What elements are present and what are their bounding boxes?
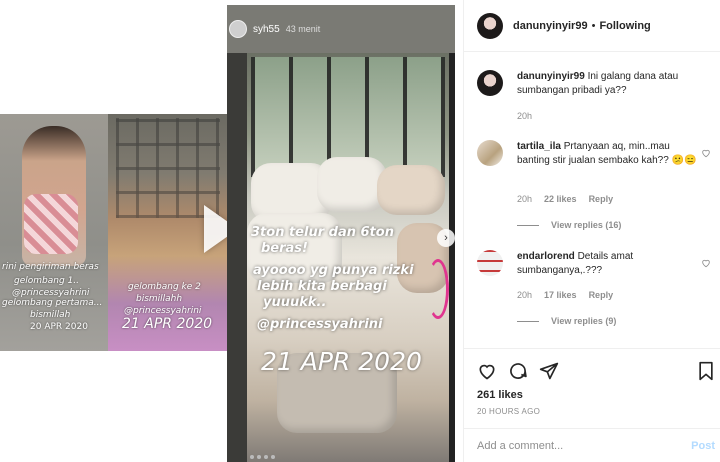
likes-count[interactable]: 261 likes: [477, 389, 523, 401]
story-caption: gelombang 1..: [14, 276, 79, 286]
comment-time: 20h: [517, 290, 533, 300]
list-item: danunyinyir99 Ini galang dana atau sumba…: [477, 70, 715, 130]
comment-meta: 20h: [517, 111, 532, 121]
divider: [517, 224, 539, 226]
story-date: 20 APR 2020: [30, 322, 88, 332]
post-sidebar: danunyinyir99 • Following danunyinyir99 …: [463, 0, 720, 462]
comment-meta: 20h 22 likes Reply: [517, 194, 613, 204]
list-item: tartila_ila Prtanyaan aq, min..mau banti…: [477, 140, 715, 240]
story-header: syh55 43 menit: [227, 5, 455, 53]
add-comment-bar: Post: [464, 428, 720, 462]
avatar: [229, 20, 247, 38]
share-icon[interactable]: [539, 361, 559, 381]
instagram-post-view: rini pengiriman beras gelombang 1.. @pri…: [0, 0, 720, 462]
story-date: 21 APR 2020: [261, 347, 422, 376]
list-item: endarlorend Details amat sumbanganya,.??…: [477, 250, 715, 340]
separator-dot: •: [591, 19, 596, 32]
comment-text: tartila_ila Prtanyaan aq, min..mau banti…: [517, 140, 697, 168]
story-photo-woman: rini pengiriman beras gelombang 1.. @pri…: [0, 114, 108, 351]
story-date: 21 APR 2020: [122, 316, 213, 332]
story-username: syh55: [253, 23, 280, 35]
follow-status-button[interactable]: Following: [599, 20, 650, 32]
avatar[interactable]: [477, 250, 503, 276]
view-replies-label: View replies (16): [551, 220, 622, 230]
comment-input[interactable]: [477, 439, 692, 452]
reply-button[interactable]: Reply: [589, 194, 614, 204]
story-caption: 3ton telur dan 6ton: [251, 225, 394, 240]
header-username[interactable]: danunyinyir99: [513, 20, 588, 32]
comment-likes[interactable]: 17 likes: [544, 290, 577, 300]
comment-text: danunyinyir99 Ini galang dana atau sumba…: [517, 70, 697, 98]
story-caption: yuuukk..: [263, 295, 327, 310]
comment-time: 20h: [517, 111, 533, 121]
heart-icon[interactable]: [477, 361, 497, 381]
comment-time: 20h: [517, 194, 533, 204]
divider: [517, 320, 539, 322]
comments-list[interactable]: danunyinyir99 Ini galang dana atau sumba…: [464, 52, 720, 348]
story-caption: ayoooo yg punya rizki: [253, 263, 414, 278]
story-caption: beras!: [261, 241, 308, 256]
post-header: danunyinyir99 • Following: [464, 0, 720, 52]
rice-sack: [377, 165, 445, 215]
comment-likes[interactable]: 22 likes: [544, 194, 577, 204]
post-button[interactable]: Post: [691, 440, 715, 452]
view-replies-label: View replies (9): [551, 316, 617, 326]
avatar[interactable]: [477, 70, 503, 96]
story-caption: bismillah: [30, 310, 71, 320]
comment-text: endarlorend Details amat sumbanganya,.??…: [517, 250, 697, 278]
carousel-dot: [257, 455, 261, 459]
previous-story-thumbnail[interactable]: rini pengiriman beras gelombang 1.. @pri…: [0, 114, 227, 351]
comment-username[interactable]: danunyinyir99: [517, 71, 585, 82]
chevron-right-icon[interactable]: ›: [437, 229, 455, 247]
story-caption: bismillahh: [136, 294, 183, 304]
face-mask: [24, 194, 78, 254]
story-caption: @princessyahrini: [12, 288, 90, 298]
heart-icon[interactable]: [701, 258, 711, 268]
story-time: 43 menit: [285, 24, 321, 34]
carousel-dot: [271, 455, 275, 459]
view-replies-button[interactable]: View replies (9): [517, 316, 616, 326]
story-screenshot: syh55 43 menit 3ton telur dan 6ton beras…: [227, 5, 455, 462]
comment-meta: 20h 17 likes Reply: [517, 290, 613, 300]
rice-sacks-photo: [247, 53, 449, 462]
bookmark-icon[interactable]: [696, 361, 716, 381]
post-media[interactable]: rini pengiriman beras gelombang 1.. @pri…: [0, 0, 463, 462]
heart-icon[interactable]: [701, 148, 711, 158]
comment-username[interactable]: tartila_ila: [517, 141, 561, 152]
carousel-dot: [264, 455, 268, 459]
view-replies-button[interactable]: View replies (16): [517, 220, 621, 230]
story-caption: gelombang ke 2: [128, 282, 201, 292]
avatar[interactable]: [477, 12, 503, 39]
comment-username[interactable]: endarlorend: [517, 251, 575, 262]
story-caption: lebih kita berbagi: [257, 279, 387, 294]
story-caption: @princessyahrini: [124, 306, 202, 316]
story-caption: gelombang pertama...: [2, 298, 103, 308]
avatar[interactable]: [477, 140, 503, 166]
comment-icon[interactable]: [508, 361, 528, 381]
carousel-dots: [250, 455, 275, 459]
carousel-dot: [250, 455, 254, 459]
reply-button[interactable]: Reply: [589, 290, 614, 300]
post-actions: 261 likes 20 HOURS AGO: [464, 348, 720, 428]
story-caption: @princessyahrini: [257, 317, 383, 332]
story-caption: rini pengiriman beras: [2, 262, 99, 272]
pink-circle-doodle: [427, 259, 449, 319]
window-grille: [116, 118, 220, 218]
story-side-strip: [227, 53, 247, 462]
post-timestamp: 20 HOURS AGO: [477, 407, 541, 416]
